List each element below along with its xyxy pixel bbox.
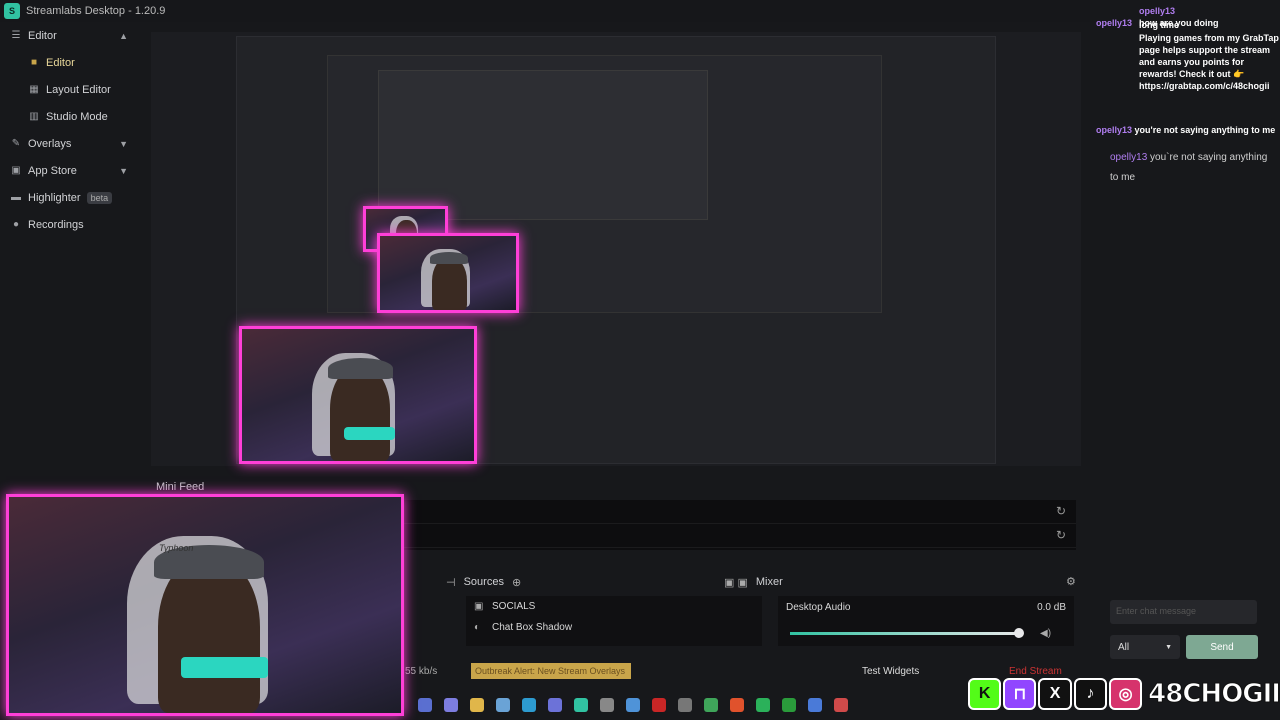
app-icon[interactable]: [418, 698, 432, 712]
x-icon: X: [1038, 678, 1072, 710]
layout-icon: ▦: [29, 84, 39, 95]
sources-header: ⊣ Sources ⊕: [446, 576, 522, 589]
folder-icon: ■: [30, 57, 38, 68]
alert-banner[interactable]: Outbreak Alert: New Stream Overlays: [471, 663, 631, 679]
discord-icon[interactable]: [548, 698, 562, 712]
test-widgets-button[interactable]: Test Widgets: [862, 666, 919, 677]
title-bar: S Streamlabs Desktop - 1.20.9: [0, 0, 1280, 22]
instagram-icon: ◎: [1108, 678, 1143, 710]
mixer-channel-name: Desktop Audio: [786, 602, 851, 613]
tiktok-icon: ♪: [1073, 678, 1107, 710]
highlighter-icon: ▬: [11, 192, 21, 203]
mixer-panel: Desktop Audio 0.0 dB ◀): [778, 596, 1074, 646]
sidebar-item-app-store[interactable]: ▣ App Store ▼: [0, 157, 150, 184]
refresh-icon[interactable]: ↻: [1056, 528, 1066, 542]
gear-icon[interactable]: ⚙: [1066, 575, 1076, 588]
sources-icon: ⊣: [446, 576, 456, 589]
taskbar: [410, 694, 970, 716]
sidebar: ☰ Editor ▲ ■ Editor ▦ Layout Editor ▥ St…: [0, 22, 150, 482]
sidebar-item-studio-mode[interactable]: ▥ Studio Mode: [0, 103, 150, 130]
sidebar-item-editor[interactable]: ■ Editor: [0, 49, 150, 76]
app-icon[interactable]: [678, 698, 692, 712]
beta-badge: beta: [86, 191, 113, 204]
source-item[interactable]: ▣ SOCIALS: [466, 596, 762, 617]
chat-highlight-message: opelly13 you`re not saying anything to m…: [1110, 152, 1268, 183]
sliders-icon: ☰: [11, 30, 21, 41]
nested-webcam-2: [377, 233, 519, 313]
app-icon[interactable]: [626, 698, 640, 712]
folder-icon[interactable]: [470, 698, 484, 712]
record-icon: ●: [12, 219, 20, 230]
app-icon[interactable]: [496, 698, 510, 712]
edge-icon[interactable]: [522, 698, 536, 712]
chat-message: opelly13 long time: [1096, 18, 1179, 30]
sidebar-item-layout-editor[interactable]: ▦ Layout Editor: [0, 76, 150, 103]
image-icon: ▣: [474, 601, 484, 612]
kick-icon: K: [968, 678, 1002, 710]
nested-webcam-1: [239, 326, 477, 464]
chat-message: opelly13 you're not saying anything to m…: [1096, 125, 1276, 135]
app-icon[interactable]: [600, 698, 614, 712]
webcam-overlay: Typhoon: [6, 494, 404, 716]
social-handle: 48CHOGII: [1148, 679, 1280, 710]
app-title: Streamlabs Desktop - 1.20.9: [26, 5, 166, 17]
socials-overlay: K ⊓ X ♪ ◎ 48CHOGII: [968, 676, 1280, 712]
volume-slider[interactable]: [790, 628, 1024, 638]
source-item[interactable]: ◐ Chat Box Shadow: [466, 617, 762, 638]
chrome-icon[interactable]: [704, 698, 718, 712]
mixer-header: ▣ ▣ Mixer: [724, 576, 783, 589]
chevron-down-icon: ▼: [119, 165, 128, 176]
streamlabs-logo: S: [4, 3, 20, 19]
studio-icon: ▥: [29, 111, 39, 122]
add-source-icon[interactable]: ⊕: [512, 576, 521, 589]
sidebar-item-highlighter[interactable]: ▬ Highlighter beta: [0, 184, 150, 211]
send-button[interactable]: Send: [1186, 635, 1258, 659]
xbox-icon[interactable]: [782, 698, 796, 712]
mixer-db: 0.0 dB: [1037, 602, 1066, 613]
sources-list: ▣ SOCIALS ◐ Chat Box Shadow: [466, 596, 762, 646]
sidebar-item-editor-group[interactable]: ☰ Editor ▲: [0, 22, 150, 49]
mixer-icon: ▣ ▣: [724, 576, 748, 589]
refresh-icon[interactable]: ↻: [1056, 504, 1066, 518]
chevron-down-icon: ▼: [1165, 643, 1172, 651]
chat-filter-select[interactable]: All ▼: [1110, 635, 1180, 659]
sidebar-item-recordings[interactable]: ● Recordings: [0, 211, 150, 238]
chevron-down-icon: ▼: [119, 138, 128, 149]
store-icon: ▣: [11, 165, 21, 176]
nested-preview-3: [378, 70, 708, 220]
brave-icon[interactable]: [730, 698, 744, 712]
chat-input[interactable]: Enter chat message: [1110, 600, 1257, 624]
webcam-chair-label: Typhoon: [159, 543, 194, 553]
chat-message: Playing games from my GrabTap page helps…: [1139, 33, 1279, 91]
end-stream-button[interactable]: End Stream: [1009, 666, 1062, 677]
app-icon[interactable]: [834, 698, 848, 712]
netflix-icon[interactable]: [652, 698, 666, 712]
streamlabs-icon[interactable]: [574, 698, 588, 712]
chat-icon: ◐: [474, 622, 481, 633]
spotify-icon[interactable]: [756, 698, 770, 712]
chevron-up-icon: ▲: [119, 30, 128, 41]
brush-icon: ✎: [11, 138, 21, 149]
volume-icon[interactable]: ◀): [1040, 628, 1051, 639]
app-icon[interactable]: [808, 698, 822, 712]
stream-preview[interactable]: [151, 32, 1081, 466]
bitrate: 55 kb/s: [405, 665, 438, 677]
twitch-icon: ⊓: [1003, 678, 1037, 710]
sidebar-item-overlays[interactable]: ✎ Overlays ▼: [0, 130, 150, 157]
app-icon[interactable]: [444, 698, 458, 712]
